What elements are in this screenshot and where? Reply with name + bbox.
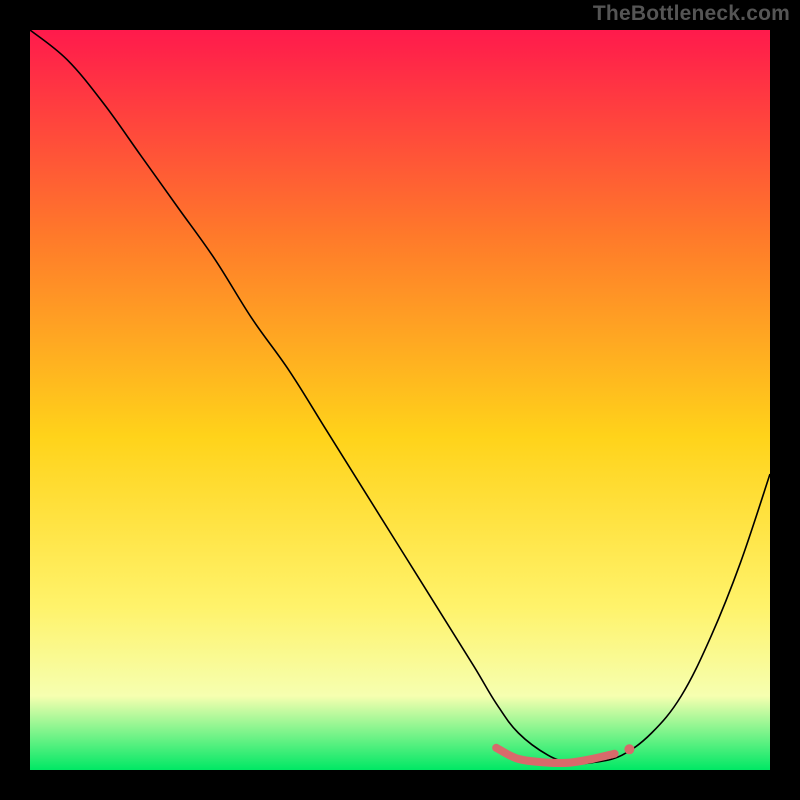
gradient-background <box>30 30 770 770</box>
watermark-text: TheBottleneck.com <box>593 2 790 26</box>
chart-stage: TheBottleneck.com <box>0 0 800 800</box>
optimal-point-dot <box>624 744 634 754</box>
bottleneck-plot <box>30 30 770 770</box>
